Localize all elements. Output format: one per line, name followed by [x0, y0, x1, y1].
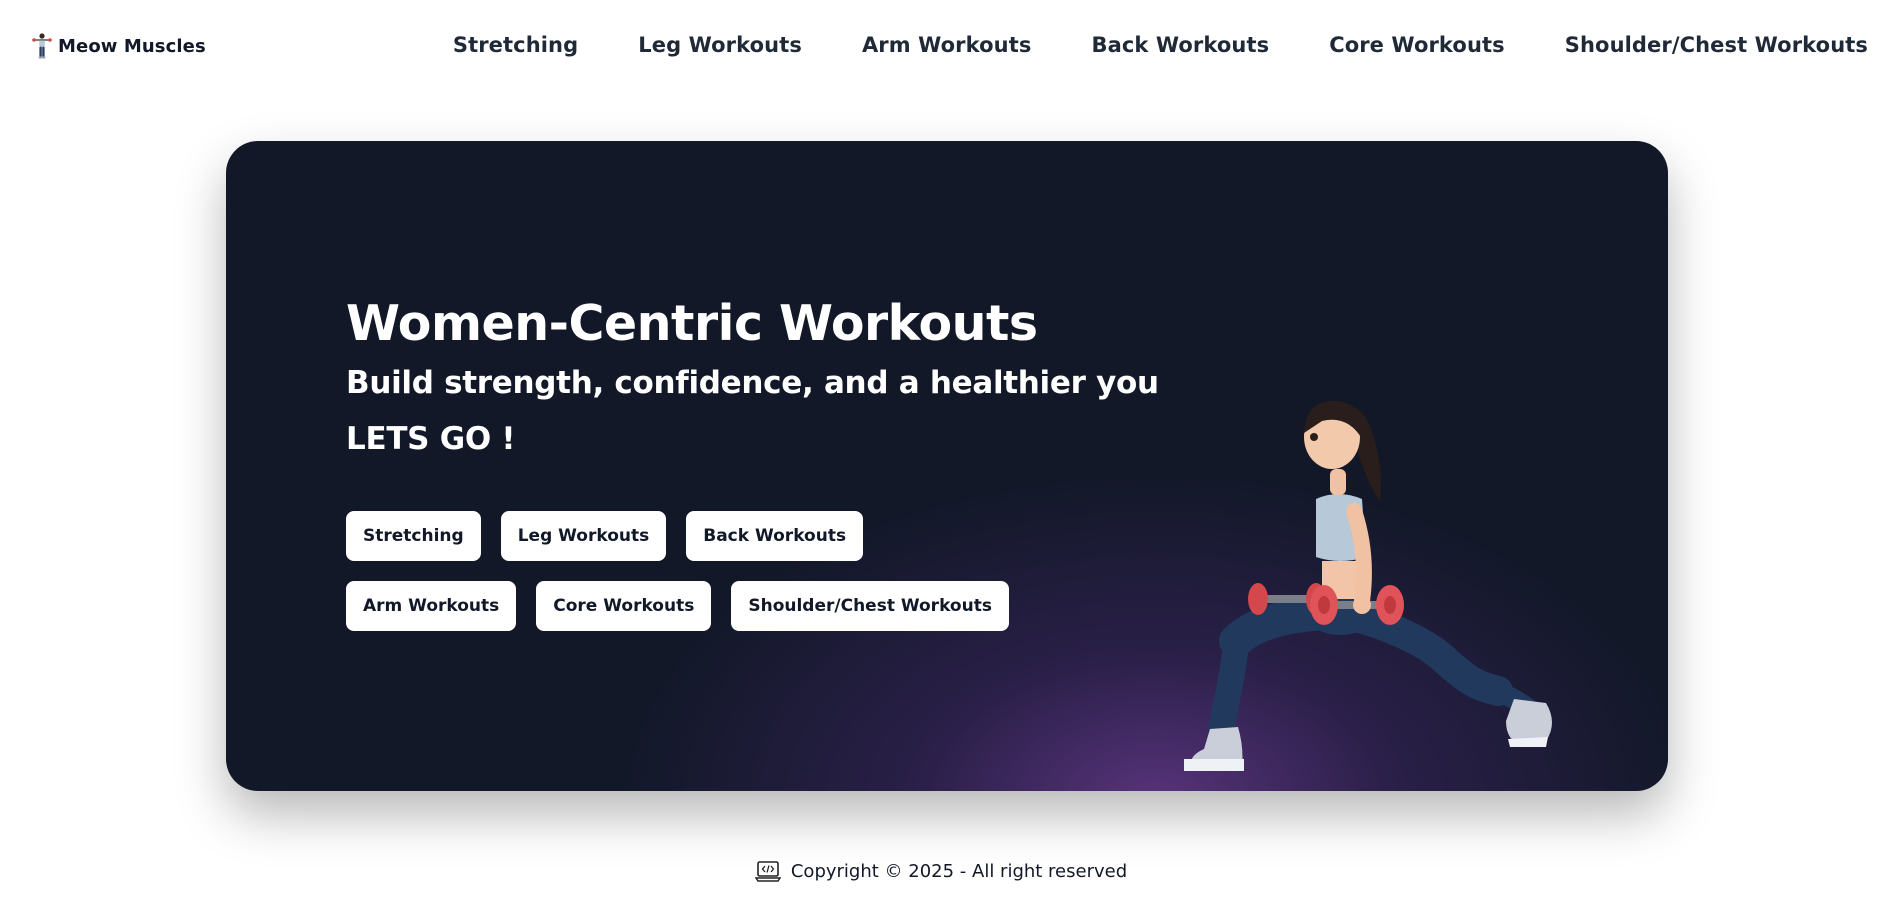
woman-lifting-weights-icon: [32, 33, 52, 59]
hero-button-stretching[interactable]: Stretching: [346, 511, 481, 561]
nav-link-arm-workouts[interactable]: Arm Workouts: [862, 33, 1032, 57]
nav-link-core-workouts[interactable]: Core Workouts: [1329, 33, 1505, 57]
laptop-code-icon: [754, 861, 781, 882]
hero-button-shoulder-chest-workouts[interactable]: Shoulder/Chest Workouts: [731, 581, 1009, 631]
page-footer: Copyright © 2025 - All right reserved: [0, 860, 1882, 882]
nav-link-back-workouts[interactable]: Back Workouts: [1091, 33, 1269, 57]
hero-button-arm-workouts[interactable]: Arm Workouts: [346, 581, 517, 631]
hero-subtitle: Build strength, confidence, and a health…: [346, 365, 1159, 401]
hero-button-group: Stretching Leg Workouts Back Workouts Ar…: [346, 511, 1046, 631]
top-navbar: Meow Muscles Stretching Leg Workouts Arm…: [0, 0, 1882, 94]
copyright-text: Copyright © 2025 - All right reserved: [790, 860, 1128, 882]
hero-button-leg-workouts[interactable]: Leg Workouts: [500, 511, 667, 561]
brand-link[interactable]: Meow Muscles: [32, 32, 206, 60]
hero-title: Women-Centric Workouts: [346, 295, 1038, 352]
nav-link-leg-workouts[interactable]: Leg Workouts: [638, 33, 802, 57]
hero-cta-text: LETS GO !: [346, 421, 516, 457]
main-nav: Stretching Leg Workouts Arm Workouts Bac…: [453, 33, 1868, 57]
hero-button-core-workouts[interactable]: Core Workouts: [536, 581, 712, 631]
woman-lunge-with-dumbbells-illustration: [1184, 400, 1552, 771]
hero-button-back-workouts[interactable]: Back Workouts: [686, 511, 864, 561]
nav-link-stretching[interactable]: Stretching: [453, 33, 578, 57]
brand-name: Meow Muscles: [58, 35, 206, 57]
hero-card: Women-Centric Workouts Build strength, c…: [226, 141, 1668, 791]
nav-link-shoulder-chest-workouts[interactable]: Shoulder/Chest Workouts: [1565, 33, 1868, 57]
